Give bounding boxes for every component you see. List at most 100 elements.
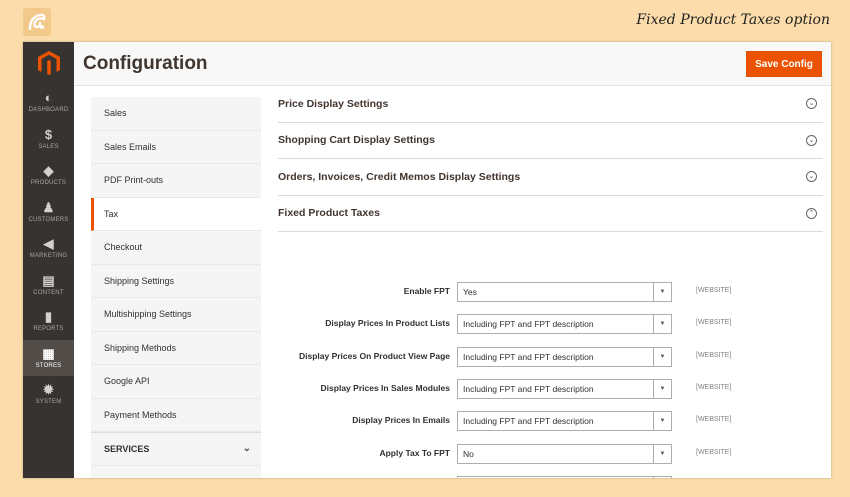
admin-window: ◐ DASHBOARD $ SALES ◆ PRODUCTS ♟ CUSTOMERS ◀ MARK… [23,42,831,478]
scope-label: [WEBSITE] [696,351,732,359]
select-value: Including FPT and FPT description [463,351,594,362]
megaphone-icon: ◀ [43,236,54,252]
scope-label: [WEBSITE] [696,448,732,456]
magento-logo[interactable] [23,42,74,84]
menu-item-marketing[interactable]: ◀ MARKETING [23,230,74,267]
expand-toggle-icon[interactable]: ⌄ [806,171,817,183]
menu-item-label: MARKETING [29,253,68,260]
tab-checkout[interactable]: Checkout [91,231,261,265]
tab-google-api[interactable]: Google API [91,365,261,399]
menu-item-label: CUSTOMERS [28,216,69,223]
menu-item-label: PRODUCTS [30,180,67,187]
menu-item-label: CONTENT [33,289,64,296]
dropdown-arrow-icon[interactable]: ▼ [653,476,671,478]
section-header[interactable]: Fixed Product Taxes ⌃ [278,196,823,232]
expand-toggle-icon[interactable]: ⌄ [806,98,817,110]
field-select[interactable]: Including FPT and FPT description ▼ [457,314,672,335]
dropdown-arrow-icon[interactable]: ▼ [653,347,671,366]
field-label: Display Prices In Sales Modules [320,382,450,393]
scope-label: [WEBSITE] [696,287,732,294]
dashboard-icon: ◐ [44,90,53,106]
menu-item-products[interactable]: ◆ PRODUCTS [23,157,74,194]
section-title: Orders, Invoices, Credit Memos Display S… [278,170,521,183]
tab-sales[interactable]: Sales [91,97,261,131]
menu-item-reports[interactable]: ▮ REPORTS [23,303,74,340]
field-row: Enable FPT Yes ▼ [WEBSITE] [278,282,823,302]
menu-item-label: REPORTS [33,326,64,333]
dollar-icon: $ [44,126,53,142]
menu-item-label: SYSTEM [35,399,62,406]
field-label: Display Prices In Product Lists [325,318,450,329]
swirl-logo-icon [28,13,46,31]
field-row: Display Prices On Product View Page Inclu… [278,346,823,367]
dropdown-arrow-icon[interactable]: ▼ [653,412,671,431]
field-select[interactable]: No▼ [457,475,672,478]
field-row: Display Prices In Emails Including FPT an… [278,411,823,432]
page-header: Configuration Save Config [74,42,831,86]
section-title: Price Display Settings [278,97,389,110]
expand-toggle-icon[interactable]: ⌄ [806,134,817,146]
magento-logo-icon [37,51,60,75]
site-logo [23,8,51,36]
section-header[interactable]: Orders, Invoices, Credit Memos Display S… [278,159,823,196]
services-label: SERVICES [104,443,150,454]
menu-item-label: STORES [35,362,62,369]
dropdown-arrow-icon[interactable]: ▼ [653,315,671,334]
field-label: Enable FPT [403,286,450,296]
cube-icon: ◆ [43,163,54,179]
menu-item-content[interactable]: ▤ CONTENT [23,267,74,304]
section-title: Fixed Product Taxes [278,207,380,220]
section-header[interactable]: Shopping Cart Display Settings ⌄ [278,123,823,159]
menu-item-stores[interactable]: ▦ STORES [23,339,74,376]
tab-pdf-print-outs[interactable]: PDF Print-outs [91,164,261,198]
menu-item-label: SALES [38,143,59,150]
store-icon: ▦ [42,345,55,361]
bar-chart-icon: ▮ [44,309,53,325]
tab-tax[interactable]: Tax [91,197,261,231]
scope-label: [WEBSITE] [696,319,732,327]
select-value: Including FPT and FPT description [463,319,594,330]
field-select[interactable]: Including FPT and FPT description ▼ [457,411,672,432]
field-row: Apply Tax To FPT No ▼ [WEBSITE] [278,443,823,464]
page-title: Configuration [83,53,208,74]
tab-sales-emails[interactable]: Sales Emails [91,131,261,164]
field-row: Display Prices In Sales Modules Including… [278,378,823,399]
chevron-down-icon: ⌄ [242,443,251,455]
section-header[interactable]: Price Display Settings ⌄ [278,86,823,123]
collapse-toggle-icon[interactable]: ⌃ [806,207,817,219]
admin-menu: ◐ DASHBOARD $ SALES ◆ PRODUCTS ♟ CUSTOMERS ◀ MARK… [23,42,74,478]
field-select[interactable]: Including FPT and FPT description ▼ [457,378,672,399]
gear-icon: ✹ [43,382,54,398]
save-config-button[interactable]: Save Config [746,51,822,77]
scope-label: [WEBSITE] [696,383,732,391]
field-row: Display Prices In Product Lists Including… [278,314,823,335]
field-select[interactable]: Including FPT and FPT description ▼ [457,346,672,367]
config-tabs: Sales Sales Emails PDF Print-outs Tax Checko… [91,97,261,478]
config-panel: Price Display Settings ⌄ Shopping Cart Dis… [278,86,823,478]
content-icon: ▤ [42,272,55,288]
select-value: Yes [463,287,477,297]
tab-payment-methods[interactable]: Payment Methods [91,399,261,432]
dropdown-arrow-icon[interactable]: ▼ [653,283,671,301]
field-select[interactable]: Yes ▼ [457,282,672,302]
select-value: Including FPT and FPT description [463,383,594,394]
select-value: No [463,448,474,459]
field-select[interactable]: No ▼ [457,443,672,464]
menu-item-system[interactable]: ✹ SYSTEM [23,376,74,413]
tab-shipping-settings[interactable]: Shipping Settings [91,265,261,298]
dropdown-arrow-icon[interactable]: ▼ [653,379,671,398]
menu-item-dashboard[interactable]: ◐ DASHBOARD [23,84,74,121]
field-label: Display Prices On Product View Page [298,350,450,361]
services-group[interactable]: SERVICES ⌄ [91,432,261,466]
tab-shipping-methods[interactable]: Shipping Methods [91,332,261,365]
person-icon: ♟ [42,199,55,215]
tab-multishipping-settings[interactable]: Multishipping Settings [91,298,261,332]
scope-label: [WEBSITE] [696,416,732,424]
field-row: Include FPT In SubtotalNo▼[WEBSITE] [278,475,823,478]
section-title: Shopping Cart Display Settings [278,134,435,147]
menu-item-customers[interactable]: ♟ CUSTOMERS [23,194,74,231]
dropdown-arrow-icon[interactable]: ▼ [653,444,671,463]
image-caption: Fixed Product Taxes option [636,12,830,28]
menu-item-sales[interactable]: $ SALES [23,121,74,158]
menu-item-label: DASHBOARD [28,107,69,114]
